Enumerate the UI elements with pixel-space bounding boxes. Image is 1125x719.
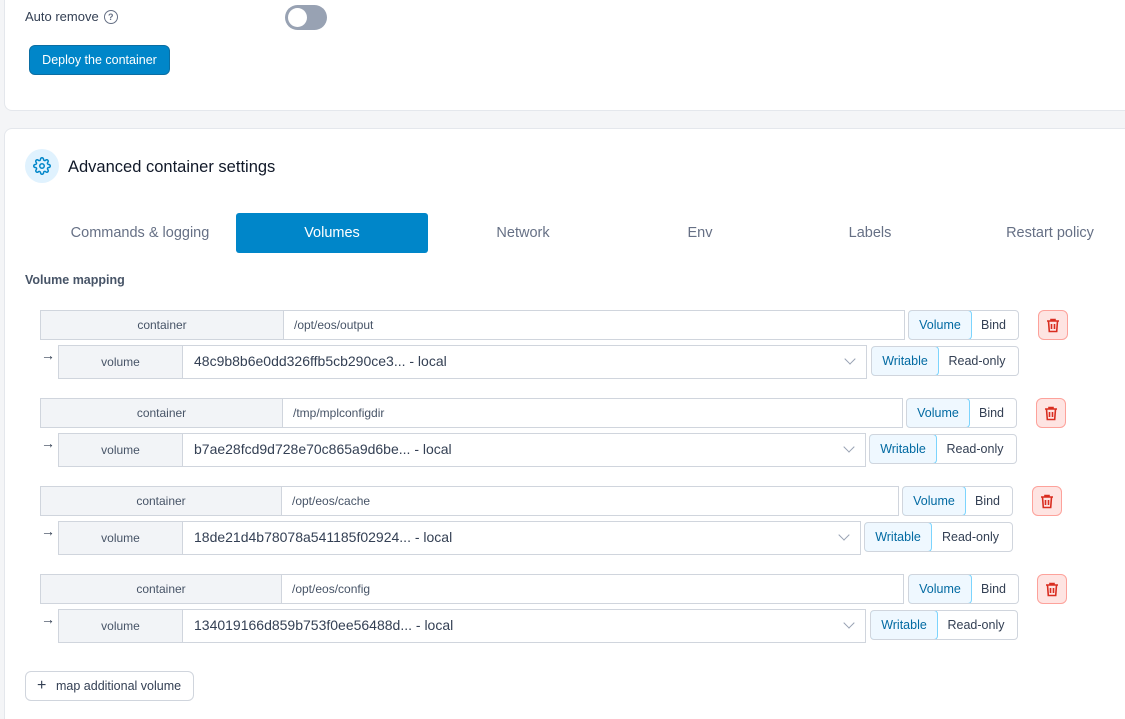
container-path-row: container /tmp/mplconfigdir	[40, 398, 903, 428]
advanced-settings-card: Advanced container settings Commands & l…	[4, 128, 1125, 719]
volume-mapping-item: container /opt/eos/cache Volume Bind → v…	[5, 486, 1125, 556]
volume-mapping-item: container /tmp/mplconfigdir Volume Bind …	[5, 398, 1125, 468]
mode-writable[interactable]: Writable	[865, 523, 932, 551]
volume-type-toggle: Volume Bind	[902, 486, 1013, 516]
volume-mapping-item: container /opt/eos/output Volume Bind → …	[5, 310, 1125, 380]
container-label: container	[40, 398, 283, 428]
trash-icon[interactable]	[1032, 486, 1062, 516]
volume-type-volume[interactable]: Volume	[907, 399, 970, 427]
auto-remove-label: Auto remove	[25, 9, 99, 24]
volume-label: volume	[58, 521, 183, 555]
volume-label: volume	[58, 433, 183, 467]
deploy-button[interactable]: Deploy the container	[29, 45, 170, 75]
volume-type-toggle: Volume Bind	[908, 574, 1019, 604]
container-path-input[interactable]: /opt/eos/output	[284, 310, 905, 340]
volume-select[interactable]: 134019166d859b753f0ee56488d... - local	[183, 609, 866, 643]
tab-commands-logging[interactable]: Commands & logging	[45, 213, 235, 253]
arrow-right-icon: →	[41, 523, 55, 539]
access-mode-toggle: Writable Read-only	[864, 522, 1013, 552]
volume-label: volume	[58, 345, 183, 379]
deploy-card: Auto remove ? Deploy the container	[4, 0, 1125, 111]
mode-read-only[interactable]: Read-only	[938, 347, 1016, 375]
container-path-input[interactable]: /opt/eos/config	[282, 574, 904, 604]
trash-icon[interactable]	[1036, 398, 1066, 428]
container-path-input[interactable]: /opt/eos/cache	[282, 486, 899, 516]
volume-select-row: volume b7ae28fcd9d728e70c865a9d6be... - …	[58, 433, 866, 467]
toggle-knob	[288, 8, 307, 27]
container-path-input[interactable]: /tmp/mplconfigdir	[283, 398, 903, 428]
mode-read-only[interactable]: Read-only	[937, 611, 1015, 639]
tab-env[interactable]: Env	[625, 213, 775, 253]
help-circle-icon[interactable]: ?	[103, 9, 118, 24]
trash-icon[interactable]	[1037, 574, 1067, 604]
volume-type-toggle: Volume Bind	[906, 398, 1017, 428]
gear-icon	[25, 149, 59, 183]
plus-icon: +	[37, 677, 47, 694]
chevron-down-icon	[843, 617, 855, 629]
volume-select-row: volume 48c9b8b6e0dd326ffb5cb290ce3... - …	[58, 345, 867, 379]
mode-read-only[interactable]: Read-only	[936, 435, 1014, 463]
container-label: container	[40, 310, 284, 340]
volume-select-row: volume 18de21d4b78078a541185f02924... - …	[58, 521, 861, 555]
chevron-down-icon	[844, 353, 856, 365]
volume-label: volume	[58, 609, 183, 643]
access-mode-toggle: Writable Read-only	[870, 610, 1018, 640]
volume-select-value: 18de21d4b78078a541185f02924... - local	[194, 529, 453, 545]
chevron-down-icon	[843, 441, 855, 453]
container-path-row: container /opt/eos/output	[40, 310, 905, 340]
volume-type-volume[interactable]: Volume	[909, 311, 972, 339]
mode-writable[interactable]: Writable	[871, 611, 938, 639]
volume-type-volume[interactable]: Volume	[903, 487, 966, 515]
arrow-right-icon: →	[41, 435, 55, 451]
mode-writable[interactable]: Writable	[870, 435, 937, 463]
volume-select[interactable]: 48c9b8b6e0dd326ffb5cb290ce3... - local	[183, 345, 867, 379]
tab-network[interactable]: Network	[435, 213, 611, 253]
map-additional-volume-button[interactable]: + map additional volume	[25, 671, 194, 701]
settings-tabs: Commands & logging Volumes Network Env L…	[5, 213, 1125, 254]
volume-type-bind[interactable]: Bind	[969, 399, 1014, 427]
container-label: container	[40, 574, 282, 604]
tab-volumes[interactable]: Volumes	[236, 213, 428, 253]
volume-select-value: 48c9b8b6e0dd326ffb5cb290ce3... - local	[194, 353, 447, 369]
volume-select[interactable]: 18de21d4b78078a541185f02924... - local	[183, 521, 861, 555]
chevron-down-icon	[838, 529, 850, 541]
container-path-row: container /opt/eos/cache	[40, 486, 899, 516]
volume-type-bind[interactable]: Bind	[971, 575, 1016, 603]
mode-writable[interactable]: Writable	[872, 347, 939, 375]
access-mode-toggle: Writable Read-only	[869, 434, 1017, 464]
arrow-right-icon: →	[41, 347, 55, 363]
trash-icon[interactable]	[1038, 310, 1068, 340]
map-additional-volume-label: map additional volume	[56, 679, 182, 693]
tab-restart-policy[interactable]: Restart policy	[980, 213, 1120, 253]
tab-labels[interactable]: Labels	[795, 213, 945, 253]
volume-mapping-label: Volume mapping	[25, 273, 125, 287]
access-mode-toggle: Writable Read-only	[871, 346, 1019, 376]
volume-type-bind[interactable]: Bind	[965, 487, 1010, 515]
volume-select-value: 134019166d859b753f0ee56488d... - local	[194, 617, 454, 633]
volume-mapping-item: container /opt/eos/config Volume Bind → …	[5, 574, 1125, 644]
mode-read-only[interactable]: Read-only	[931, 523, 1010, 551]
auto-remove-row: Auto remove ?	[25, 9, 118, 24]
arrow-right-icon: →	[41, 611, 55, 627]
volume-select-value: b7ae28fcd9d728e70c865a9d6be... - local	[194, 441, 452, 457]
container-path-row: container /opt/eos/config	[40, 574, 904, 604]
volume-select-row: volume 134019166d859b753f0ee56488d... - …	[58, 609, 866, 643]
volume-type-toggle: Volume Bind	[908, 310, 1019, 340]
volume-type-bind[interactable]: Bind	[971, 311, 1016, 339]
volume-type-volume[interactable]: Volume	[909, 575, 972, 603]
container-label: container	[40, 486, 282, 516]
section-title: Advanced container settings	[68, 158, 276, 176]
auto-remove-toggle[interactable]	[285, 5, 327, 30]
volume-select[interactable]: b7ae28fcd9d728e70c865a9d6be... - local	[183, 433, 866, 467]
